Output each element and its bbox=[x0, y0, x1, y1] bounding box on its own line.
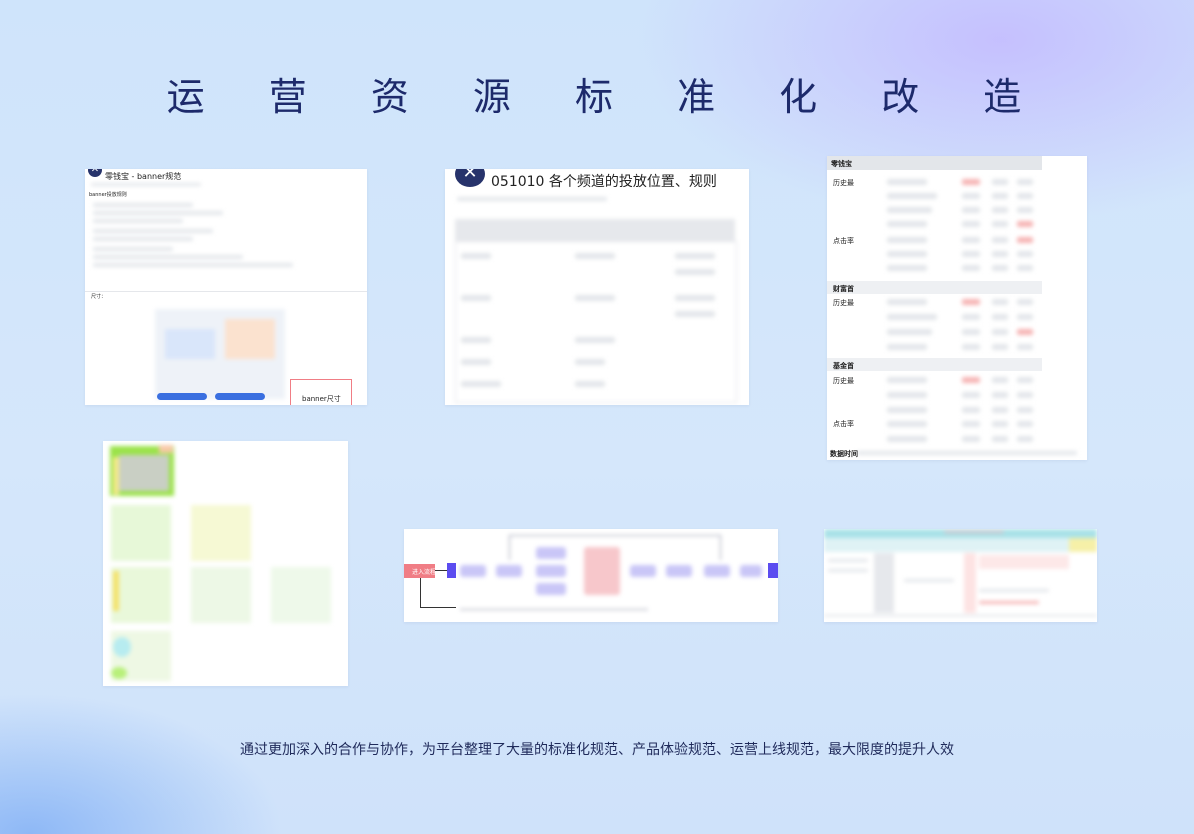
spreadsheet-thumbnail bbox=[824, 529, 1097, 622]
row-label: 历史最 bbox=[833, 179, 854, 187]
layout-grid-thumbnail bbox=[103, 441, 348, 686]
flow-start-label: 进入流程 bbox=[412, 569, 437, 576]
row-label: 点击率 bbox=[833, 237, 854, 245]
banner-size-label: banner尺寸 bbox=[302, 395, 341, 403]
banner-spec-thumbnail: ✕ 零钱宝 - banner规范 banner投放规则 尺寸： banner尺寸 bbox=[85, 169, 367, 405]
flow-diagram-thumbnail: 进入流程 bbox=[404, 529, 778, 622]
doc-logo-icon: ✕ bbox=[88, 169, 102, 177]
row-label: 历史最 bbox=[833, 377, 854, 385]
row-label: 点击率 bbox=[833, 420, 854, 428]
section-label: 基金首 bbox=[833, 362, 854, 370]
table-footer: 数据时间 bbox=[830, 450, 858, 458]
channel-placement-thumbnail: ✕ 051010 各个频道的投放位置、规则 bbox=[445, 169, 749, 405]
page-caption: 通过更加深入的合作与协作，为平台整理了大量的标准化规范、产品体验规范、运营上线规… bbox=[240, 742, 954, 758]
table-header: 零钱宝 bbox=[831, 160, 852, 168]
row-label: 历史最 bbox=[833, 299, 854, 307]
size-label: 尺寸： bbox=[91, 294, 107, 300]
doc-subheading: banner投放规则 bbox=[89, 192, 127, 198]
doc-heading: 051010 各个频道的投放位置、规则 bbox=[491, 174, 717, 190]
doc-logo-icon: ✕ bbox=[455, 169, 485, 187]
section-label: 财富首 bbox=[833, 285, 854, 293]
doc-heading: 零钱宝 - banner规范 bbox=[105, 172, 182, 181]
page-title: 运 营 资 源 标 准 化 改 造 bbox=[166, 75, 1048, 119]
data-table-thumbnail: 零钱宝 历史最 点击率 财富首 历史最 基金首 历史最 点击率 数据时间 bbox=[827, 156, 1087, 460]
